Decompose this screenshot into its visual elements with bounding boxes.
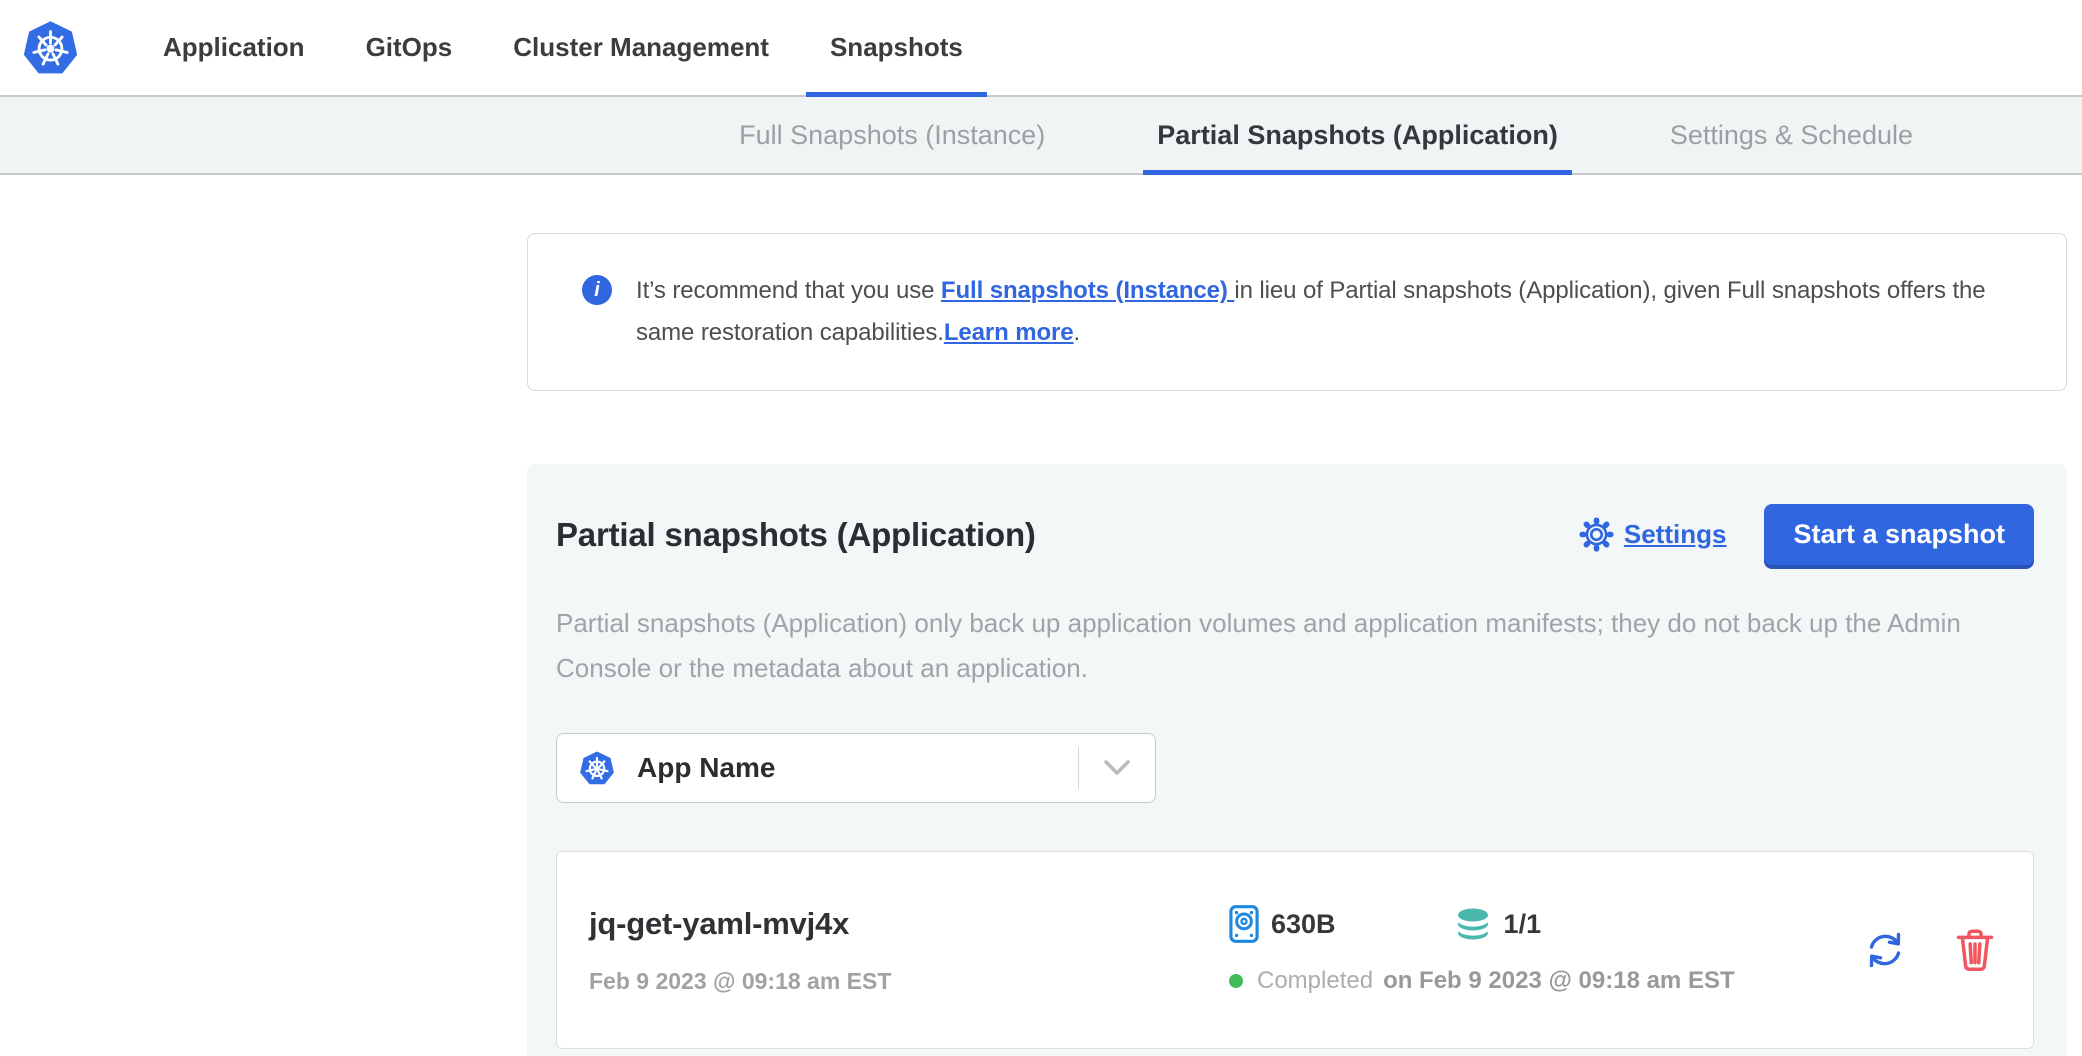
top-header: Application GitOps Cluster Management Sn… bbox=[0, 0, 2082, 97]
snapshot-created-date: Feb 9 2023 @ 09:18 am EST bbox=[589, 968, 1229, 995]
snapshot-status: Completed bbox=[1257, 967, 1373, 995]
panel-description: Partial snapshots (Application) only bac… bbox=[556, 601, 2034, 691]
primary-nav: Application GitOps Cluster Management Sn… bbox=[139, 0, 987, 95]
snapshot-actions bbox=[1861, 926, 1995, 974]
panel-header-actions: Settings Start a snapshot bbox=[1579, 504, 2034, 565]
settings-label: Settings bbox=[1624, 519, 1727, 550]
nav-snapshots[interactable]: Snapshots bbox=[806, 0, 987, 95]
nav-gitops[interactable]: GitOps bbox=[342, 0, 477, 95]
gear-icon bbox=[1579, 517, 1614, 552]
snapshot-stats: 630B 1/1 Completed bbox=[1229, 905, 1735, 995]
panel-title: Partial snapshots (Application) bbox=[556, 516, 1036, 554]
info-banner: i It’s recommend that you use Full snaps… bbox=[527, 233, 2067, 391]
snapshot-volumes-stat: 1/1 bbox=[1454, 906, 1542, 942]
snapshot-settings-link[interactable]: Settings bbox=[1579, 517, 1765, 552]
delete-snapshot-button[interactable] bbox=[1955, 928, 1995, 972]
main-content: i It’s recommend that you use Full snaps… bbox=[527, 233, 2067, 1056]
tab-full-snapshots[interactable]: Full Snapshots (Instance) bbox=[725, 97, 1059, 173]
snapshot-volumes: 1/1 bbox=[1504, 909, 1542, 940]
nav-cluster-management[interactable]: Cluster Management bbox=[489, 0, 793, 95]
app-selector-value: App Name bbox=[637, 752, 775, 784]
chevron-down-icon bbox=[1104, 760, 1130, 776]
app-name-selector[interactable]: App Name bbox=[556, 733, 1156, 803]
snapshot-status-line: Completed on Feb 9 2023 @ 09:18 am EST bbox=[1229, 967, 1735, 995]
trash-icon bbox=[1955, 928, 1995, 972]
banner-text-before: It’s recommend that you use bbox=[636, 277, 941, 304]
snapshot-row: jq-get-yaml-mvj4x Feb 9 2023 @ 09:18 am … bbox=[556, 851, 2034, 1049]
volumes-database-icon bbox=[1454, 906, 1492, 942]
tab-partial-snapshots[interactable]: Partial Snapshots (Application) bbox=[1143, 97, 1572, 173]
learn-more-link[interactable]: Learn more bbox=[944, 319, 1074, 346]
info-icon: i bbox=[582, 275, 612, 305]
kubernetes-app-icon bbox=[579, 750, 615, 786]
panel-header: Partial snapshots (Application) bbox=[556, 504, 2034, 565]
full-snapshots-link[interactable]: Full snapshots (Instance) bbox=[941, 277, 1234, 304]
app-logo bbox=[22, 0, 79, 95]
snapshot-status-detail: on Feb 9 2023 @ 09:18 am EST bbox=[1383, 967, 1735, 995]
selector-chevron[interactable] bbox=[1079, 760, 1155, 776]
status-dot-icon bbox=[1229, 974, 1243, 988]
snapshot-stat-line: 630B 1/1 bbox=[1229, 905, 1735, 943]
nav-application[interactable]: Application bbox=[139, 0, 329, 95]
start-snapshot-button[interactable]: Start a snapshot bbox=[1764, 504, 2034, 565]
restore-snapshot-button[interactable] bbox=[1861, 926, 1909, 974]
snapshot-name: jq-get-yaml-mvj4x bbox=[589, 906, 1229, 942]
banner-text-after: . bbox=[1074, 319, 1081, 346]
disk-size-icon bbox=[1229, 905, 1259, 943]
snapshot-info: jq-get-yaml-mvj4x Feb 9 2023 @ 09:18 am … bbox=[589, 906, 1229, 995]
restore-icon bbox=[1861, 926, 1909, 974]
kubernetes-logo-icon bbox=[22, 19, 79, 76]
tab-settings-schedule[interactable]: Settings & Schedule bbox=[1656, 97, 1927, 173]
snapshot-size: 630B bbox=[1271, 909, 1336, 940]
snapshots-subnav: Full Snapshots (Instance) Partial Snapsh… bbox=[0, 97, 2082, 175]
partial-snapshots-panel: Partial snapshots (Application) bbox=[527, 464, 2067, 1056]
info-banner-text: It’s recommend that you use Full snapsho… bbox=[636, 270, 2026, 354]
